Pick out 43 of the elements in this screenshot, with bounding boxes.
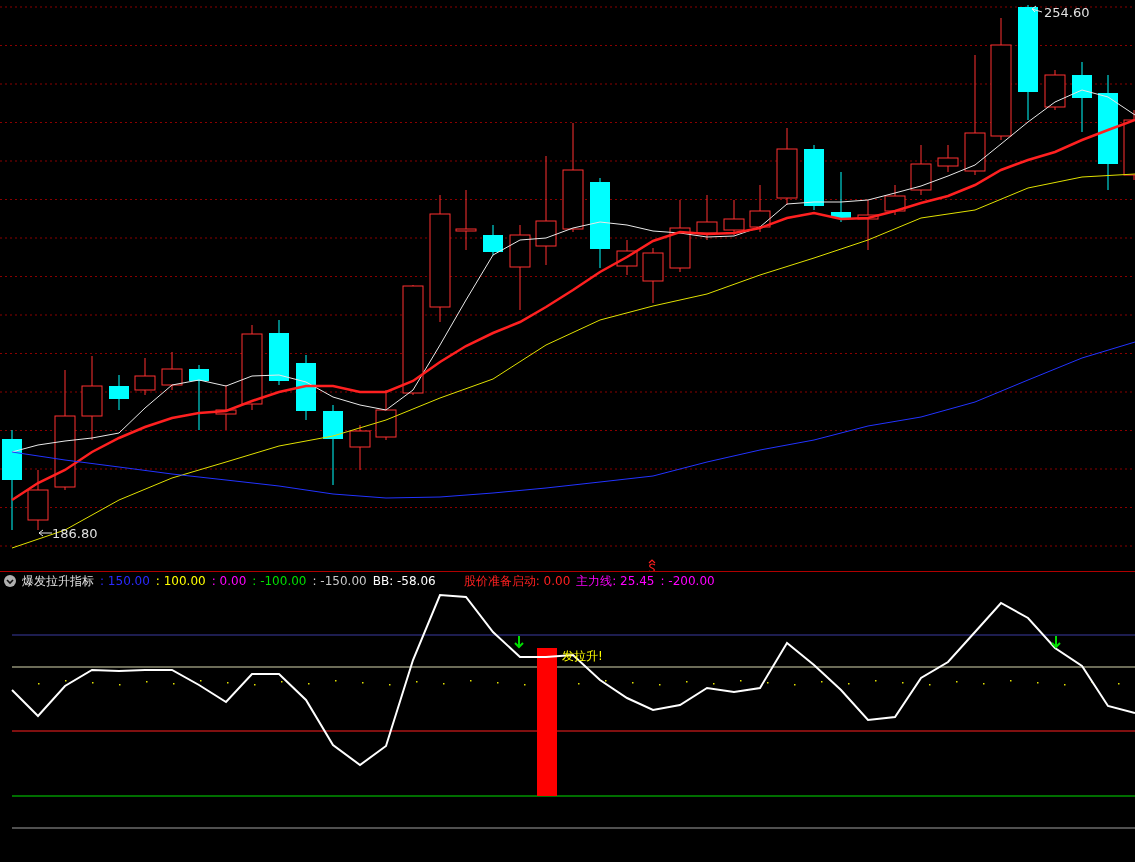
candlestick	[296, 354, 316, 421]
arrow-icon	[38, 529, 53, 537]
candlestick	[161, 351, 183, 391]
candlestick	[109, 374, 129, 411]
indicator-value: : -150.00	[312, 574, 367, 588]
candlestick	[804, 144, 824, 211]
candlestick	[616, 239, 638, 276]
low-price-label: 186.80	[52, 526, 98, 541]
candlestick	[723, 199, 745, 236]
candlestick	[749, 184, 771, 233]
indicator-title: 爆发拉升指标	[22, 572, 94, 590]
collapse-toggle[interactable]	[4, 575, 16, 587]
candlestick	[857, 199, 879, 251]
indicator-value: : -100.00	[252, 574, 307, 588]
candlestick	[27, 469, 49, 531]
candlestick	[910, 144, 932, 196]
candlestick	[215, 384, 237, 431]
candlestick	[1072, 61, 1092, 133]
candlestick	[134, 357, 156, 396]
down-arrow-icon	[1051, 635, 1061, 649]
indicator-value: BB: -58.06	[372, 574, 436, 588]
indicator-value: : 0.00	[211, 574, 247, 588]
signal-marker-icon	[648, 559, 656, 571]
high-price-label: 254.60	[1044, 5, 1090, 20]
candlestick	[455, 189, 477, 251]
candlestick	[349, 424, 371, 471]
indicator-value: : 150.00	[100, 574, 150, 588]
candlestick	[884, 184, 906, 216]
indicator-value: 主力线: 25.45	[576, 572, 655, 590]
candlestick	[831, 171, 851, 223]
indicator-value: 股价准备启动: 0.00	[463, 572, 571, 590]
candlestick	[375, 389, 397, 441]
indicator-value: : -200.00	[660, 574, 715, 588]
candlestick	[269, 319, 289, 386]
candlestick	[1044, 69, 1066, 111]
indicator-value: : 100.00	[155, 574, 206, 588]
down-arrow-icon	[514, 635, 524, 649]
candlestick	[696, 194, 718, 241]
arrow-icon	[1031, 5, 1043, 13]
candlestick	[483, 224, 503, 256]
candlestick	[642, 247, 664, 304]
candlestick	[937, 144, 959, 173]
candlestick	[189, 364, 209, 431]
